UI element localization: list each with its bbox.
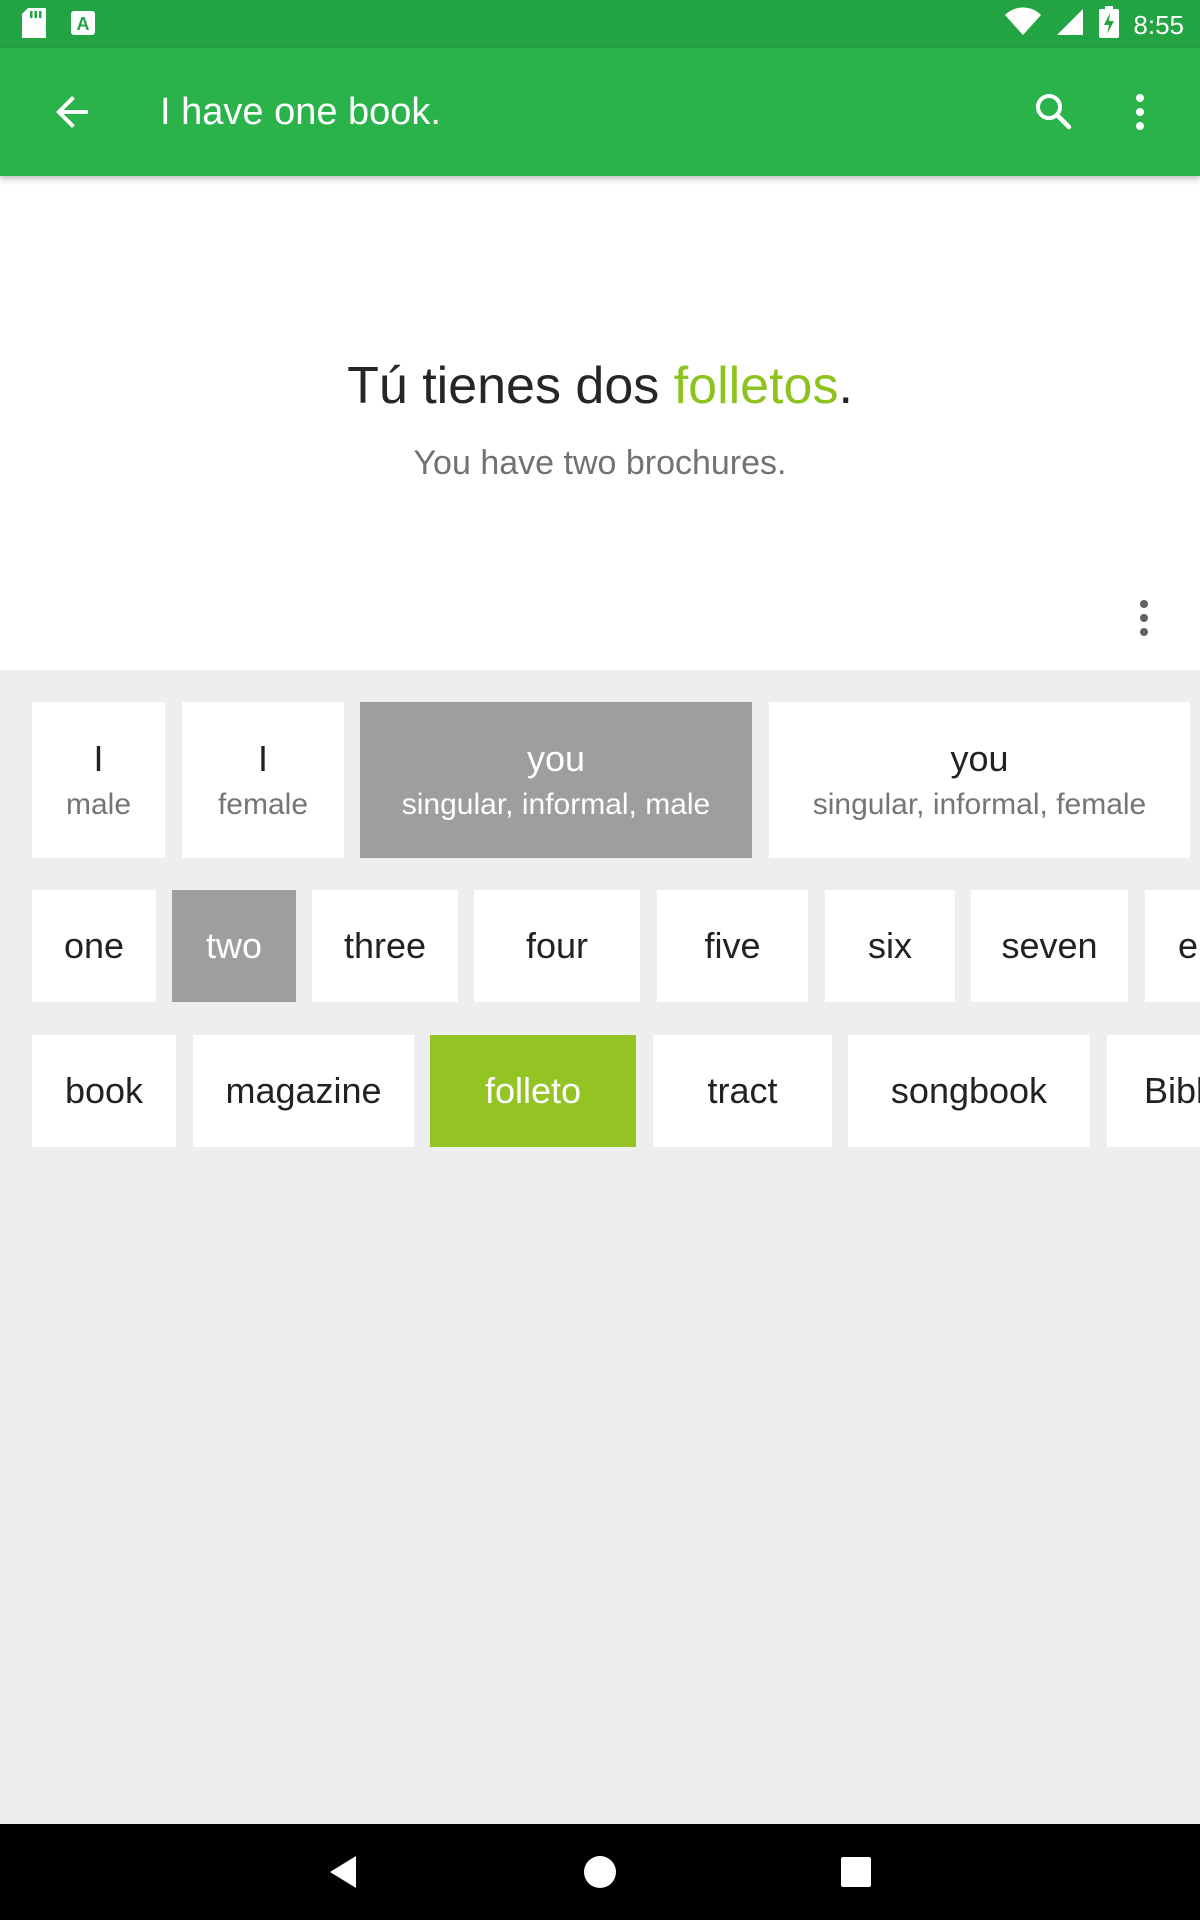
app-bar: I have one book. — [0, 48, 1200, 176]
nav-recents-icon[interactable] — [832, 1848, 880, 1896]
chip-label: I — [257, 738, 268, 779]
more-vert-icon[interactable] — [1116, 88, 1164, 136]
noun-chip-book[interactable]: book — [32, 1035, 176, 1147]
noun-chip-bible[interactable]: Bibl — [1107, 1035, 1200, 1147]
sentence-highlight: folletos — [673, 357, 839, 415]
sentence-card: Tú tienes dos folletos. You have two bro… — [0, 176, 1200, 670]
sentence-translation: You have two brochures. — [413, 444, 787, 482]
number-chip-four[interactable]: four — [474, 890, 640, 1002]
status-bar: A 8:55 — [0, 0, 1200, 48]
status-time: 8:55 — [1133, 9, 1184, 40]
pronoun-row: I male I female you singular, informal, … — [0, 702, 1200, 858]
keyboard-a-icon: A — [70, 10, 96, 41]
number-chip-one[interactable]: one — [32, 890, 156, 1002]
pronoun-chip-i-female[interactable]: I female — [182, 702, 344, 858]
noun-chip-songbook[interactable]: songbook — [848, 1035, 1090, 1147]
chip-label: I — [93, 738, 104, 779]
noun-chip-folleto[interactable]: folleto — [430, 1035, 636, 1147]
number-row: one two three four five six seven ei — [0, 890, 1200, 1002]
chip-sublabel: singular, informal, male — [401, 788, 711, 821]
sentence-text: Tú tienes dos — [347, 357, 674, 415]
chip-sublabel: singular, informal, female — [812, 788, 1147, 821]
battery-charging-icon — [1099, 6, 1120, 43]
nav-home-icon[interactable] — [576, 1848, 624, 1896]
svg-text:A: A — [77, 14, 90, 34]
number-chip-three[interactable]: three — [312, 890, 458, 1002]
chip-label: you — [526, 738, 586, 779]
nav-back-icon[interactable] — [320, 1848, 368, 1896]
noun-chip-magazine[interactable]: magazine — [193, 1035, 414, 1147]
chip-sublabel: female — [217, 788, 309, 821]
noun-row: book magazine folleto tract songbook Bib… — [0, 1035, 1200, 1147]
pronoun-chip-you-female[interactable]: you singular, informal, female — [769, 702, 1190, 858]
arrow-back-icon[interactable] — [48, 88, 96, 136]
search-icon[interactable] — [1030, 88, 1078, 136]
sentence-punctuation: . — [838, 357, 853, 415]
chip-label: you — [950, 738, 1009, 779]
signal-icon — [1055, 7, 1085, 42]
wifi-icon — [1005, 7, 1042, 42]
number-chip-seven[interactable]: seven — [971, 890, 1128, 1002]
chip-sublabel: male — [65, 788, 132, 821]
navigation-bar — [0, 1824, 1200, 1920]
number-chip-two[interactable]: two — [172, 890, 296, 1002]
pronoun-chip-i-male[interactable]: I male — [32, 702, 165, 858]
number-chip-eight[interactable]: ei — [1145, 890, 1200, 1002]
number-chip-six[interactable]: six — [825, 890, 955, 1002]
sd-card-icon — [22, 8, 46, 43]
pronoun-chip-you-male[interactable]: you singular, informal, male — [360, 702, 752, 858]
page-title: I have one book. — [160, 91, 441, 133]
card-more-vert-icon[interactable] — [1120, 594, 1168, 642]
target-sentence: Tú tienes dos folletos. — [0, 356, 1200, 416]
number-chip-five[interactable]: five — [657, 890, 808, 1002]
noun-chip-tract[interactable]: tract — [653, 1035, 832, 1147]
